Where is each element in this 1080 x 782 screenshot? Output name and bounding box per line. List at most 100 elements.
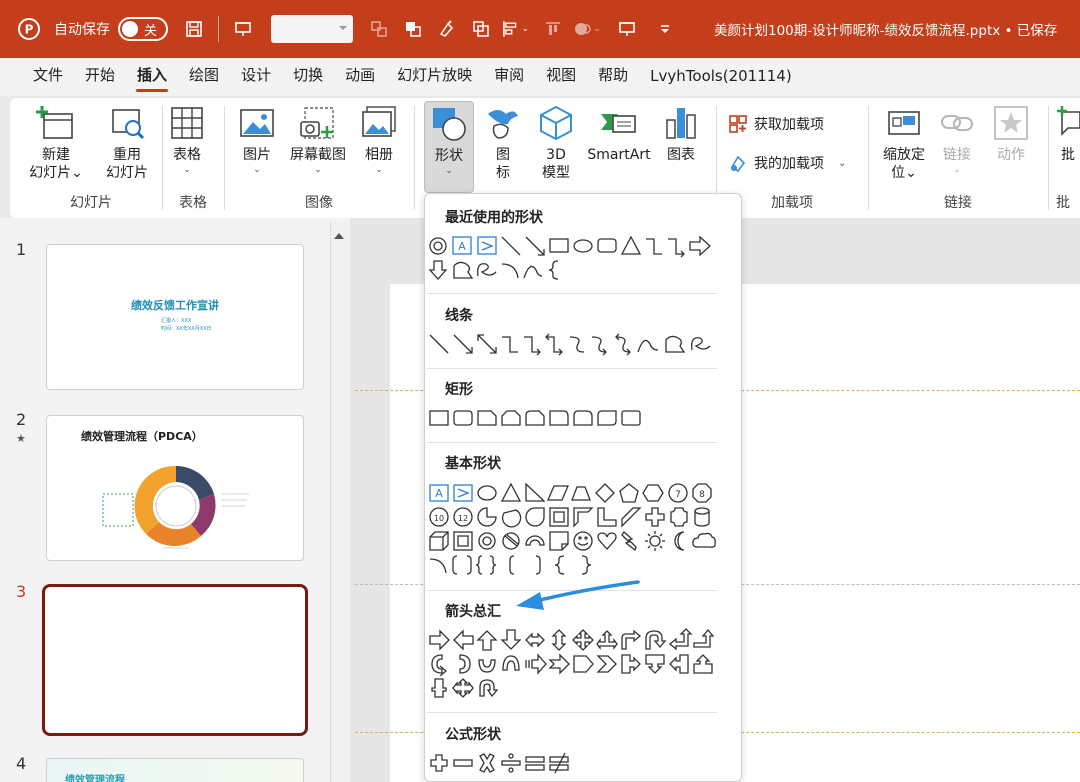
diagonal-stripe-shape-icon[interactable] (621, 507, 642, 528)
curved-right-arrow-shape-icon[interactable] (431, 654, 448, 676)
slide-thumbnail-1[interactable]: 绩效反馈工作宣讲 汇报人：XXX 时间：XX年XX月XX日 (46, 244, 304, 390)
textbox-shape-icon[interactable]: A (452, 236, 472, 255)
plus-shape-icon[interactable] (645, 507, 665, 527)
l-shape-icon[interactable] (597, 507, 617, 527)
lightning-bolt-shape-icon[interactable] (621, 531, 637, 552)
left-arrow-callout-shape-icon[interactable] (669, 654, 689, 674)
smiley-face-shape-icon[interactable] (573, 531, 593, 551)
thumbnail-scrollbar[interactable] (330, 222, 348, 782)
pentagon-shape-icon[interactable] (619, 483, 639, 503)
chevron-shape-icon[interactable] (596, 655, 617, 673)
rounded-rectangle-shape-icon[interactable] (597, 238, 617, 253)
curved-up-arrow-shape-icon[interactable] (478, 659, 496, 673)
left-right-arrow-shape-icon[interactable] (525, 632, 545, 648)
heart-shape-icon[interactable] (597, 532, 617, 550)
format-painter-icon[interactable] (433, 15, 461, 43)
customize-toolbar-icon[interactable] (651, 15, 679, 43)
shape-fill-icon[interactable]: ⌄ (573, 15, 601, 43)
duplicate-icon[interactable] (467, 15, 495, 43)
chord-shape-icon[interactable] (501, 509, 522, 528)
arc-shape-icon[interactable] (501, 263, 519, 279)
autosave-toggle[interactable]: 关 (118, 17, 168, 41)
tab-help[interactable]: 帮助 (587, 64, 639, 96)
octagon-shape-icon[interactable]: 8 (692, 483, 712, 503)
double-arrow-line-shape-icon[interactable] (477, 334, 497, 354)
can-shape-icon[interactable] (694, 507, 710, 527)
decagon-shape-icon[interactable]: 10 (429, 507, 449, 527)
left-bracket-shape-icon[interactable] (509, 555, 515, 575)
present-icon[interactable] (613, 15, 641, 43)
down-arrow-callout-shape-icon[interactable] (645, 654, 665, 674)
divide-sign-shape-icon[interactable] (501, 753, 521, 773)
moon-shape-icon[interactable] (674, 531, 685, 551)
icons-button[interactable]: 图 标 (480, 104, 526, 182)
pie-shape-icon[interactable] (477, 507, 497, 527)
right-brace-shape-icon[interactable] (581, 555, 592, 575)
rectangle-shape-icon[interactable] (549, 238, 569, 253)
scribble-shape-icon[interactable] (691, 337, 711, 351)
arrow-line-shape-icon[interactable] (453, 334, 473, 354)
teardrop-shape-icon[interactable] (525, 507, 545, 527)
right-arrow-shape-icon[interactable] (429, 629, 450, 651)
round-same-side-rectangle-shape-icon[interactable] (573, 410, 593, 426)
round-diagonal-rectangle-shape-icon[interactable] (597, 410, 617, 426)
u-turn-arrow-shape-icon[interactable] (645, 630, 667, 650)
up-arrow-shape-icon[interactable] (476, 630, 498, 651)
tab-slideshow[interactable]: 幻灯片放映 (386, 64, 483, 96)
curved-connector-shape-icon[interactable] (569, 336, 585, 353)
minus-sign-shape-icon[interactable] (453, 759, 473, 767)
tab-design[interactable]: 设计 (230, 64, 282, 96)
left-arrow-shape-icon[interactable] (453, 629, 474, 651)
bent-up-arrow-shape-icon[interactable] (693, 628, 715, 648)
heptagon-shape-icon[interactable]: 7 (668, 483, 688, 503)
arrange-icon[interactable] (399, 15, 427, 43)
save-icon[interactable] (180, 15, 208, 43)
slide-thumbnail-3[interactable] (42, 584, 308, 736)
line-shape-icon[interactable] (501, 236, 521, 256)
curved-arrow-connector-shape-icon[interactable] (591, 336, 607, 356)
left-up-arrow-shape-icon[interactable] (668, 628, 693, 651)
plus-sign-shape-icon[interactable] (430, 754, 448, 772)
quad-arrow-callout-shape-icon[interactable] (452, 678, 474, 698)
curve-shape-icon[interactable] (523, 265, 543, 279)
double-bracket-shape-icon[interactable] (452, 555, 472, 575)
group-icon[interactable] (365, 15, 393, 43)
circular-arrow-shape-icon[interactable] (479, 679, 499, 698)
rectangle-shape-icon[interactable] (429, 410, 449, 426)
elbow-arrow-connector-shape-icon[interactable] (668, 238, 685, 258)
cube-shape-icon[interactable] (429, 531, 449, 551)
curved-down-arrow-shape-icon[interactable] (502, 655, 520, 671)
parallelogram-shape-icon[interactable] (547, 485, 569, 501)
frame-shape-icon[interactable] (549, 507, 569, 527)
left-brace-shape-icon[interactable] (554, 555, 565, 575)
double-brace-shape-icon[interactable] (475, 555, 497, 575)
snip-corner-rectangle-shape-icon[interactable] (477, 410, 497, 426)
triangle-shape-icon[interactable] (620, 235, 642, 255)
tab-animations[interactable]: 动画 (334, 64, 386, 96)
scribble-shape-icon[interactable] (477, 263, 497, 277)
block-arc-shape-icon[interactable] (525, 535, 545, 546)
chart-button[interactable]: 图表 (658, 104, 704, 164)
no-symbol-shape-icon[interactable] (502, 532, 520, 550)
bevel-shape-icon[interactable] (453, 531, 473, 551)
tab-lvyhtools[interactable]: LvyhTools(201114) (639, 67, 803, 96)
left-right-arrow-callout-shape-icon[interactable] (431, 678, 447, 698)
slide-thumbnail-2[interactable]: 绩效管理流程（PDCA） (46, 415, 304, 561)
vertical-textbox-shape-icon[interactable] (453, 484, 473, 502)
down-arrow-shape-icon[interactable] (428, 260, 448, 280)
right-triangle-shape-icon[interactable] (525, 482, 546, 502)
oval-shape-icon[interactable] (477, 485, 497, 501)
dodecagon-shape-icon[interactable]: 12 (453, 507, 473, 527)
font-size-box[interactable] (271, 15, 353, 43)
smartart-button[interactable]: SmartArt (584, 104, 654, 164)
arc-shape-icon[interactable] (429, 558, 447, 574)
notched-right-arrow-shape-icon[interactable] (548, 653, 570, 675)
shapes-button[interactable]: 形状 ⌄ (424, 101, 474, 193)
quad-arrow-shape-icon[interactable] (572, 629, 594, 651)
hexagon-shape-icon[interactable] (642, 484, 664, 502)
elbow-connector-shape-icon[interactable] (502, 336, 518, 353)
curve-shape-icon[interactable] (637, 339, 659, 353)
multiply-sign-shape-icon[interactable] (479, 753, 495, 773)
left-right-up-arrow-shape-icon[interactable] (596, 630, 618, 650)
presentation-icon[interactable] (229, 15, 257, 43)
